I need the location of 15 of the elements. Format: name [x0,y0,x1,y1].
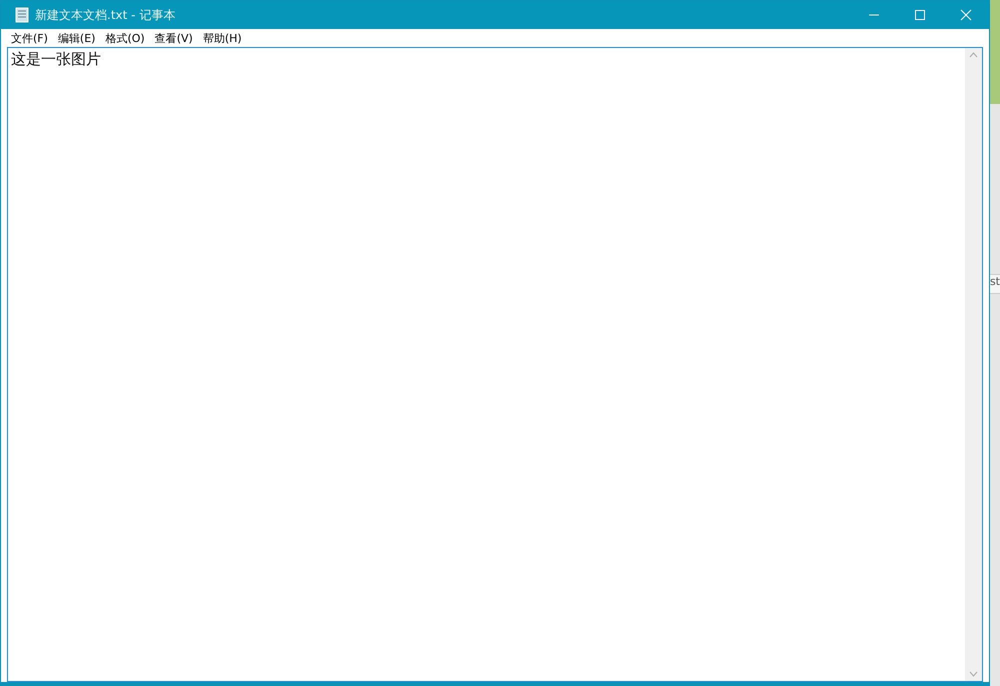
menu-item[interactable]: 文件(F) [6,29,53,47]
menu-item[interactable]: 编辑(E) [52,29,100,47]
window-title: 新建文本文档.txt - 记事本 [35,6,176,24]
notepad-icon [15,7,29,23]
menu-item[interactable]: 格式(O) [100,29,150,47]
editor-text: 这是一张图片 [10,49,102,70]
close-icon [960,9,972,21]
scrollbar[interactable] [964,48,982,681]
menu-item[interactable]: 帮助(H) [198,29,247,47]
menu-item[interactable]: 查看(V) [150,29,198,47]
scroll-up-icon[interactable] [968,52,978,58]
scroll-down-icon[interactable] [968,671,978,677]
background-window-text: st [990,274,1000,294]
maximize-icon [914,9,926,21]
text-editor[interactable]: 这是一张图片 [7,47,983,682]
